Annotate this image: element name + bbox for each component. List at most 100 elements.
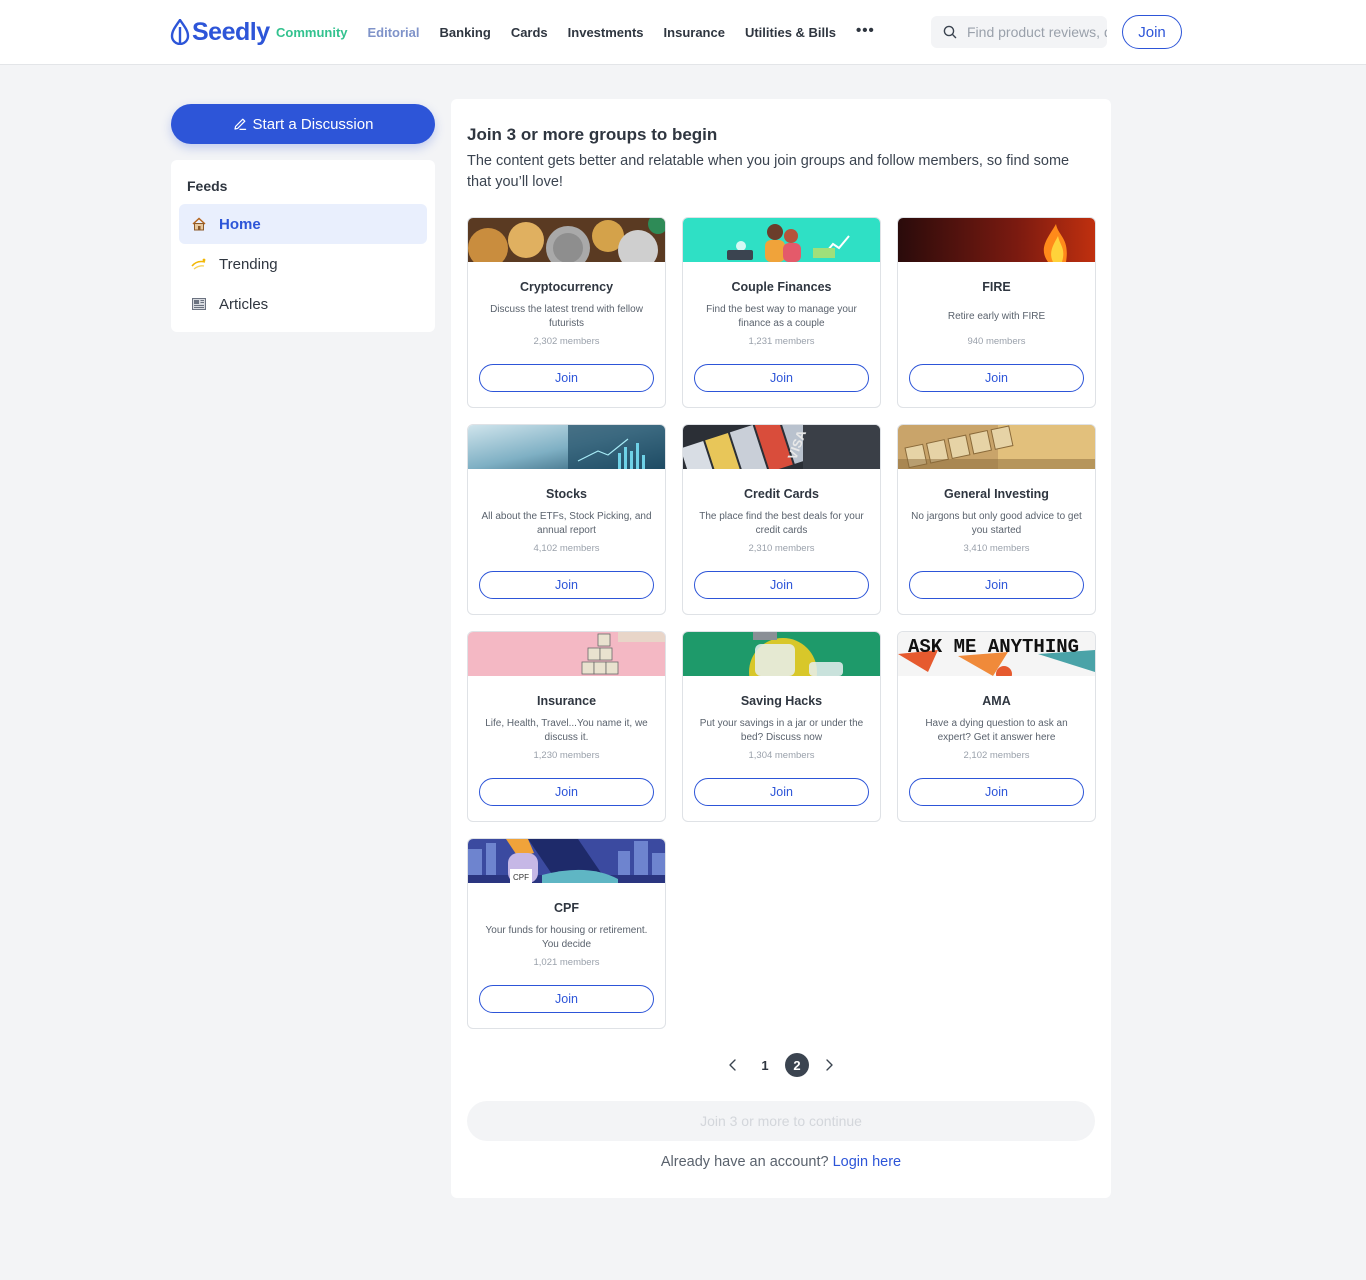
- sparkle-icon: [191, 256, 207, 272]
- group-card-saving-hacks: Saving Hacks Put your savings in a jar o…: [682, 631, 881, 822]
- sidebar-item-label: Trending: [219, 255, 278, 273]
- chevron-right-icon[interactable]: [823, 1058, 835, 1072]
- group-description: Discuss the latest trend with fellow fut…: [490, 304, 643, 329]
- join-cpf-button[interactable]: Join: [479, 985, 654, 1013]
- join-ama-button[interactable]: Join: [909, 778, 1084, 806]
- sidebar-item-label: Home: [219, 215, 261, 233]
- join-stocks-button[interactable]: Join: [479, 571, 654, 599]
- group-name: Credit Cards: [743, 487, 820, 501]
- feeds-card: Feeds Home Trending Articles: [171, 160, 435, 332]
- nav-community[interactable]: Community: [276, 25, 348, 40]
- group-description: No jargons but only good advice to get y…: [911, 511, 1082, 536]
- group-name: Saving Hacks: [740, 694, 823, 708]
- nav-cards[interactable]: Cards: [511, 25, 548, 40]
- group-card-fire: FIRE Retire early with FIRE 940 members …: [897, 217, 1096, 408]
- seedly-drop-icon: [170, 19, 190, 45]
- general-investing-image: [898, 425, 1095, 469]
- saving-hacks-image: [683, 632, 880, 676]
- nav-banking[interactable]: Banking: [440, 25, 491, 40]
- page-2-button[interactable]: 2: [785, 1053, 809, 1077]
- login-prompt-text: Already have an account?: [660, 1154, 829, 1170]
- group-name: Stocks: [546, 487, 587, 501]
- group-member-count: 3,410 members: [963, 543, 1030, 554]
- join-insurance-button[interactable]: Join: [479, 778, 654, 806]
- group-member-count: 1,021 members: [533, 957, 600, 968]
- newspaper-icon: [191, 296, 207, 312]
- group-description: Life, Health, Travel...You name it, we d…: [485, 718, 648, 743]
- join-credit-cards-button[interactable]: Join: [694, 571, 869, 599]
- join-fire-button[interactable]: Join: [909, 364, 1084, 392]
- group-description: Your funds for housing or retirement. Yo…: [485, 925, 648, 950]
- ama-banner-text: ASK ME ANYTHING: [908, 636, 1079, 658]
- join-groups-panel: Join 3 or more groups to begin The conte…: [451, 99, 1111, 1198]
- search-box[interactable]: [931, 16, 1107, 48]
- join-couple-finances-button[interactable]: Join: [694, 364, 869, 392]
- group-card-cpf: CPF CPF Your funds for housing or retire…: [467, 838, 666, 1029]
- cpf-image: CPF: [468, 839, 665, 883]
- join-cryptocurrency-button[interactable]: Join: [479, 364, 654, 392]
- group-description: Put your savings in a jar or under the b…: [699, 718, 864, 743]
- group-member-count: 4,102 members: [533, 543, 600, 554]
- header-join-button[interactable]: Join: [1122, 15, 1182, 49]
- nav-investments[interactable]: Investments: [568, 25, 644, 40]
- page-subtitle: The content gets better and relatable wh…: [467, 153, 1070, 190]
- search-input[interactable]: [967, 24, 1107, 40]
- group-name: Couple Finances: [731, 280, 832, 294]
- group-member-count: 2,310 members: [748, 543, 815, 554]
- group-member-count: 1,230 members: [533, 750, 600, 761]
- group-card-cryptocurrency: Cryptocurrency Discuss the latest trend …: [467, 217, 666, 408]
- cryptocurrency-image: [468, 218, 665, 262]
- group-member-count: 940 members: [967, 336, 1026, 347]
- fire-image: [898, 218, 1095, 262]
- page-title: Join 3 or more groups to begin: [467, 125, 718, 144]
- start-discussion-label: Start a Discussion: [252, 115, 374, 133]
- join-general-investing-button[interactable]: Join: [909, 571, 1084, 599]
- group-card-couple-finances: Couple Finances Find the best way to man…: [682, 217, 881, 408]
- nav-editorial[interactable]: Editorial: [368, 25, 420, 40]
- sidebar-item-trending[interactable]: Trending: [179, 244, 427, 284]
- pencil-icon: [233, 118, 246, 130]
- group-name: Cryptocurrency: [519, 280, 614, 294]
- group-description: All about the ETFs, Stock Picking, and a…: [481, 511, 652, 536]
- group-name: Insurance: [536, 694, 597, 708]
- pagination: 1 2: [451, 1052, 1111, 1078]
- join-saving-hacks-button[interactable]: Join: [694, 778, 869, 806]
- search-icon: [943, 25, 957, 39]
- group-name: FIRE: [982, 280, 1011, 294]
- couple-finances-image: [683, 218, 880, 262]
- feeds-title: Feeds: [187, 178, 228, 194]
- login-link[interactable]: Login here: [833, 1154, 902, 1170]
- group-member-count: 1,231 members: [748, 336, 815, 347]
- stocks-image: [468, 425, 665, 469]
- ama-image: ASK ME ANYTHING: [898, 632, 1095, 676]
- chevron-left-icon[interactable]: [727, 1058, 739, 1072]
- group-description: Have a dying question to ask an expert? …: [925, 718, 1068, 743]
- sidebar-item-label: Articles: [219, 295, 269, 313]
- group-member-count: 2,302 members: [533, 336, 600, 347]
- group-name: CPF: [554, 901, 579, 915]
- credit-cards-image: VISA: [683, 425, 880, 469]
- login-prompt-line: Already have an account? Login here: [451, 1154, 1111, 1170]
- group-description: Find the best way to manage your finance…: [706, 304, 857, 329]
- sidebar-item-home[interactable]: Home: [179, 204, 427, 244]
- group-card-general-investing: General Investing No jargons but only go…: [897, 424, 1096, 615]
- brand-name: Seedly: [192, 17, 270, 46]
- nav-utilities-bills[interactable]: Utilities & Bills: [745, 25, 836, 40]
- sidebar-item-articles[interactable]: Articles: [179, 284, 427, 324]
- group-card-insurance: Insurance Life, Health, Travel...You nam…: [467, 631, 666, 822]
- seedly-logo[interactable]: Seedly: [170, 17, 270, 47]
- group-card-credit-cards: VISA Credit Cards The place find the bes…: [682, 424, 881, 615]
- group-member-count: 1,304 members: [748, 750, 815, 761]
- group-member-count: 2,102 members: [963, 750, 1030, 761]
- page-1-button[interactable]: 1: [753, 1053, 777, 1077]
- start-discussion-button[interactable]: Start a Discussion: [171, 104, 435, 144]
- cpf-tag-text: CPF: [513, 873, 529, 882]
- main-nav: Community Editorial Banking Cards Invest…: [276, 22, 875, 41]
- group-name: General Investing: [944, 487, 1049, 501]
- more-menu-icon[interactable]: •••: [856, 22, 875, 39]
- nav-insurance[interactable]: Insurance: [664, 25, 725, 40]
- continue-button[interactable]: Join 3 or more to continue: [467, 1101, 1095, 1141]
- group-name: AMA: [982, 694, 1011, 708]
- house-icon: [191, 216, 207, 232]
- group-card-stocks: Stocks All about the ETFs, Stock Picking…: [467, 424, 666, 615]
